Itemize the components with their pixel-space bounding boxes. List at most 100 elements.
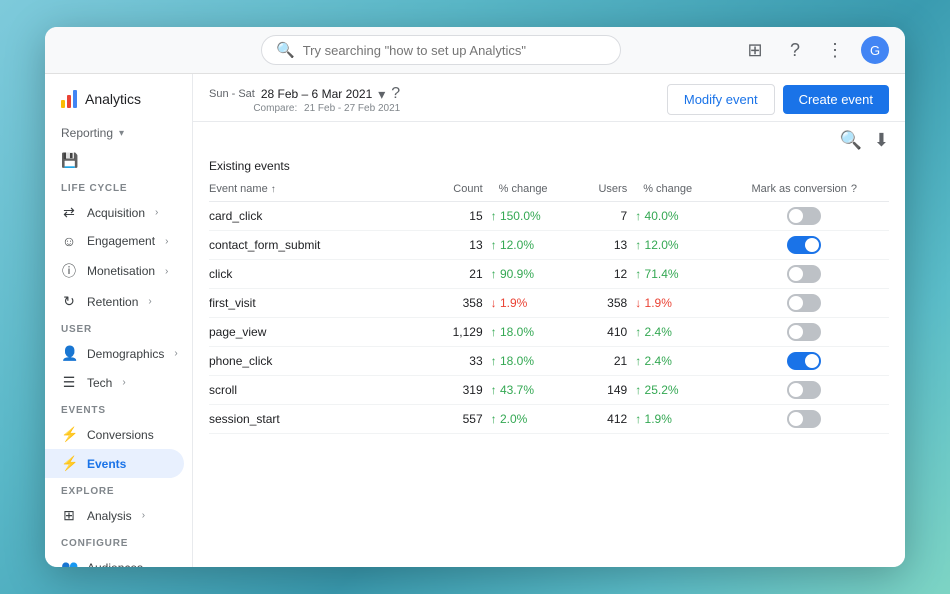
date-dropdown-icon[interactable]: ▾ <box>378 86 385 103</box>
date-help-icon[interactable]: ? <box>391 85 400 103</box>
conversion-toggle-cell <box>728 318 889 347</box>
sort-icon: ↑ <box>271 184 276 195</box>
users-cell: 410 <box>583 318 635 347</box>
date-range: Sun - Sat 28 Feb – 6 Mar 2021 ▾ ? Compar… <box>209 85 400 114</box>
search-input[interactable] <box>303 43 606 58</box>
count-cell: 15 <box>437 202 491 231</box>
top-right-icons: ⊞ ? ⋮ G <box>741 36 889 64</box>
sidebar-item-label: Audiences <box>87 561 143 568</box>
demographics-icon: 👤 <box>61 345 77 362</box>
toggle-slider <box>787 381 821 399</box>
reporting-chevron: ▾ <box>119 128 124 139</box>
sidebar-item-acquisition[interactable]: ⇄ Acquisition › <box>45 198 184 227</box>
sidebar-item-label: Acquisition <box>87 206 145 220</box>
conversion-toggle[interactable] <box>787 294 821 312</box>
grid-icon[interactable]: ⊞ <box>741 36 769 64</box>
conversion-toggle[interactable] <box>787 352 821 370</box>
count-cell: 13 <box>437 231 491 260</box>
sidebar-item-label: Events <box>87 457 126 471</box>
sidebar-item-demographics[interactable]: 👤 Demographics › <box>45 339 184 368</box>
avatar[interactable]: G <box>861 36 889 64</box>
sidebar-item-retention[interactable]: ↻ Retention › <box>45 287 184 316</box>
search-bar[interactable]: 🔍 <box>261 35 621 65</box>
conversion-toggle-cell <box>728 376 889 405</box>
event-name-cell[interactable]: page_view <box>209 318 437 347</box>
date-label: Sun - Sat <box>209 88 255 100</box>
sidebar-logo[interactable]: Analytics <box>45 82 192 120</box>
search-table-icon[interactable]: 🔍 <box>839 130 861 151</box>
compare-date-row: Compare: 21 Feb - 27 Feb 2021 <box>209 103 400 114</box>
chevron-icon: › <box>142 510 145 521</box>
table-toolbar: 🔍 ⬇ <box>209 130 889 151</box>
toggle-slider <box>787 352 821 370</box>
col-users: Users <box>583 177 635 202</box>
conversion-toggle[interactable] <box>787 236 821 254</box>
col-count: Count <box>437 177 491 202</box>
conversion-toggle[interactable] <box>787 381 821 399</box>
table-row: contact_form_submit 13 ↑ 12.0% 13 ↑ 12.0… <box>209 231 889 260</box>
create-event-button[interactable]: Create event <box>783 85 889 114</box>
compare-date-value: 21 Feb - 27 Feb 2021 <box>304 103 400 114</box>
col-users-change: % change <box>635 177 727 202</box>
users-change-cell: ↑ 12.0% <box>635 231 727 260</box>
toggle-slider <box>787 236 821 254</box>
col-event-name: Event name ↑ <box>209 177 437 202</box>
conversions-icon: ⚡ <box>61 426 77 443</box>
search-icon: 🔍 <box>276 41 295 59</box>
compare-label: Compare: <box>253 103 297 114</box>
reporting-header[interactable]: Reporting ▾ <box>45 120 192 146</box>
monetisation-icon: ⓘ <box>61 261 77 281</box>
table-row: scroll 319 ↑ 43.7% 149 ↑ 25.2% <box>209 376 889 405</box>
count-cell: 21 <box>437 260 491 289</box>
sidebar-item-events[interactable]: ⚡ Events <box>45 449 184 478</box>
acquisition-icon: ⇄ <box>61 204 77 221</box>
count-cell: 358 <box>437 289 491 318</box>
engagement-icon: ☺ <box>61 233 77 249</box>
sidebar-item-audiences[interactable]: 👥 Audiences <box>45 553 184 567</box>
main-layout: Analytics Reporting ▾ 💾 LIFE CYCLE ⇄ Acq… <box>45 74 905 567</box>
users-cell: 149 <box>583 376 635 405</box>
count-cell: 557 <box>437 405 491 434</box>
help-icon[interactable]: ? <box>781 36 809 64</box>
conversion-toggle[interactable] <box>787 410 821 428</box>
conversion-toggle[interactable] <box>787 323 821 341</box>
header-actions: Modify event Create event <box>667 84 889 115</box>
section-user: USER <box>45 316 192 339</box>
table-row: session_start 557 ↑ 2.0% 412 ↑ 1.9% <box>209 405 889 434</box>
table-area: 🔍 ⬇ Existing events Event name ↑ Count %… <box>193 122 905 567</box>
sidebar-item-label: Tech <box>87 376 112 390</box>
conversion-toggle[interactable] <box>787 207 821 225</box>
sidebar-item-tech[interactable]: ☰ Tech › <box>45 368 184 397</box>
event-name-cell[interactable]: click <box>209 260 437 289</box>
audiences-icon: 👥 <box>61 559 77 567</box>
event-name-cell[interactable]: session_start <box>209 405 437 434</box>
conversion-help-icon[interactable]: ? <box>851 183 857 195</box>
chevron-icon: › <box>165 266 168 277</box>
download-icon[interactable]: ⬇ <box>874 130 889 151</box>
conversion-toggle[interactable] <box>787 265 821 283</box>
sidebar-item-engagement[interactable]: ☺ Engagement › <box>45 227 184 255</box>
chevron-icon: › <box>165 236 168 247</box>
section-explore: EXPLORE <box>45 478 192 501</box>
event-name-cell[interactable]: scroll <box>209 376 437 405</box>
save-icon-area[interactable]: 💾 <box>45 146 192 175</box>
count-change-cell: ↑ 90.9% <box>491 260 583 289</box>
event-name-cell[interactable]: first_visit <box>209 289 437 318</box>
count-change-cell: ↑ 150.0% <box>491 202 583 231</box>
users-change-cell: ↑ 1.9% <box>635 405 727 434</box>
tech-icon: ☰ <box>61 374 77 391</box>
users-change-cell: ↑ 2.4% <box>635 318 727 347</box>
sidebar-item-monetisation[interactable]: ⓘ Monetisation › <box>45 255 184 287</box>
sidebar-item-analysis[interactable]: ⊞ Analysis › <box>45 501 184 530</box>
event-name-cell[interactable]: phone_click <box>209 347 437 376</box>
more-icon[interactable]: ⋮ <box>821 36 849 64</box>
save-icon: 💾 <box>61 152 78 169</box>
sidebar-item-conversions[interactable]: ⚡ Conversions <box>45 420 184 449</box>
section-configure: CONFIGURE <box>45 530 192 553</box>
modify-event-button[interactable]: Modify event <box>667 84 775 115</box>
event-name-cell[interactable]: contact_form_submit <box>209 231 437 260</box>
sidebar: Analytics Reporting ▾ 💾 LIFE CYCLE ⇄ Acq… <box>45 74 193 567</box>
event-name-cell[interactable]: card_click <box>209 202 437 231</box>
users-cell: 12 <box>583 260 635 289</box>
count-cell: 319 <box>437 376 491 405</box>
